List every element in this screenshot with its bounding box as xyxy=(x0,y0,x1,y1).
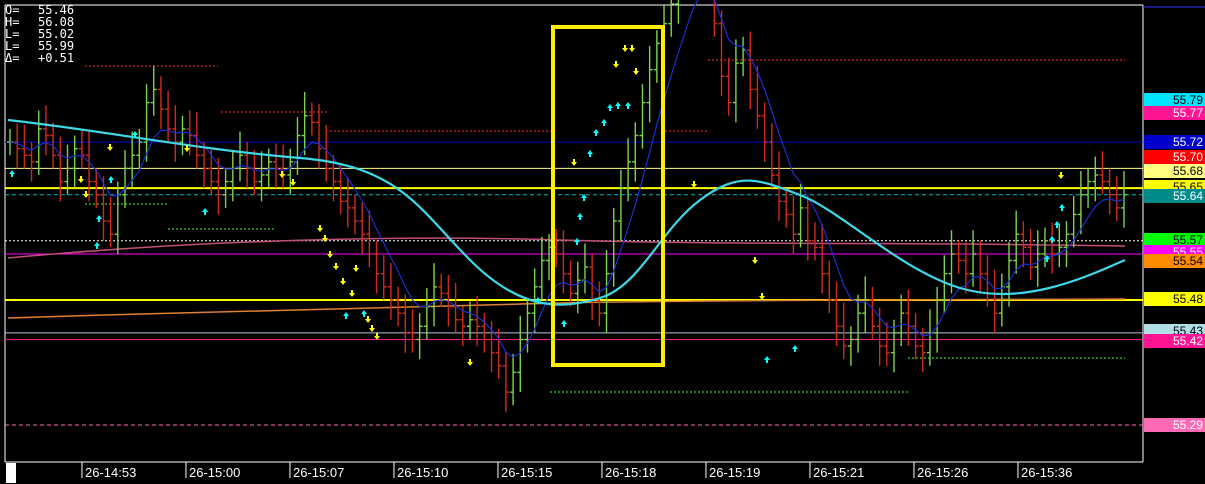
x-tick-label: 26-15:00 xyxy=(189,465,240,480)
price-label: 55.72 xyxy=(1144,135,1205,149)
price-label-text: 55.29 xyxy=(1173,418,1203,432)
x-tick-label: 26-15:26 xyxy=(917,465,968,480)
price-label: 55.68 xyxy=(1144,164,1205,178)
price-label-text: 55.77 xyxy=(1173,106,1203,120)
price-label: 55.48 xyxy=(1144,292,1205,306)
price-label: 55.29 xyxy=(1144,418,1205,432)
x-tick-label: 26-15:15 xyxy=(501,465,552,480)
price-label-text: 55.42 xyxy=(1173,334,1203,348)
price-label-text: 55.70 xyxy=(1173,150,1203,164)
x-tick-label: 26-15:36 xyxy=(1021,465,1072,480)
price-label: 55.79 xyxy=(1144,93,1205,107)
price-label: 55.42 xyxy=(1144,334,1205,348)
ohlc-label: Δ= xyxy=(5,51,19,65)
price-label-text: 55.79 xyxy=(1173,93,1203,107)
price-label-text: 55.54 xyxy=(1173,254,1203,268)
price-label: 55.54 xyxy=(1144,254,1205,268)
price-label: 55.64 xyxy=(1144,189,1205,203)
scroll-handle xyxy=(6,463,16,483)
chart-root: 55.79 55.77 55.72 55.70 55.68 55.65 55.64 55.57… xyxy=(0,0,1205,484)
chart-background xyxy=(0,0,1205,484)
x-tick-label: 26-15:19 xyxy=(709,465,760,480)
x-tick-label: 26-14:53 xyxy=(85,465,136,480)
x-tick-label: 26-15:18 xyxy=(605,465,656,480)
price-label-text: 55.64 xyxy=(1173,189,1203,203)
price-label-text: 55.48 xyxy=(1173,292,1203,306)
price-chart[interactable]: 55.7955.7755.7255.7055.6855.6555.6455.57… xyxy=(0,0,1205,484)
price-label-text: 55.68 xyxy=(1173,164,1203,178)
x-tick-label: 26-15:21 xyxy=(813,465,864,480)
price-label: 55.77 xyxy=(1144,106,1205,120)
price-label: 55.70 xyxy=(1144,150,1205,164)
price-label-text: 55.72 xyxy=(1173,135,1203,149)
ohlc-value: +0.51 xyxy=(38,51,74,65)
x-tick-label: 26-15:10 xyxy=(397,465,448,480)
x-tick-label: 26-15:07 xyxy=(293,465,344,480)
